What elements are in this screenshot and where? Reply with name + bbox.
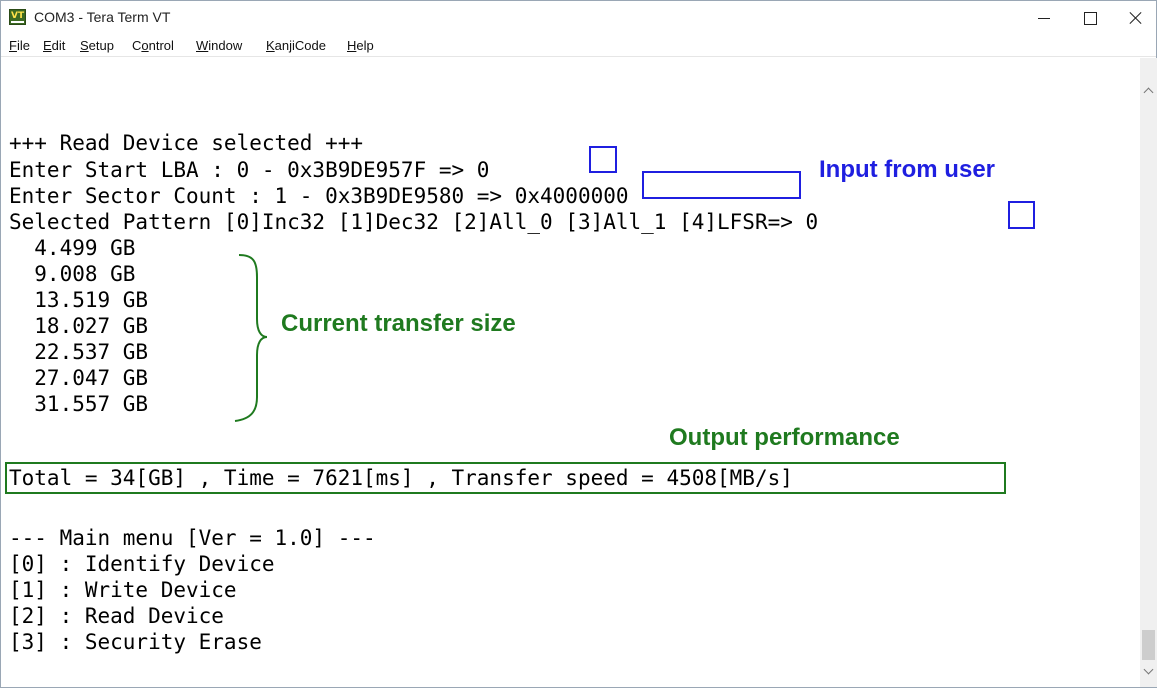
scroll-down-arrow-icon[interactable] [1144,666,1153,675]
main-menu-item: [3] : Security Erase [9,630,262,654]
menu-window[interactable]: Window [196,38,242,53]
main-menu-item: [2] : Read Device [9,604,224,628]
progress-line: 31.557 GB [9,392,149,416]
main-menu-title: --- Main menu [Ver = 1.0] --- [9,526,376,550]
sector-count-input-highlight [642,171,801,199]
pattern-line: Selected Pattern [0]Inc32 [1]Dec32 [2]Al… [9,212,818,233]
sector-count-input-value: 0x4000000 [514,184,629,208]
scroll-up-arrow-icon[interactable] [1144,86,1153,95]
menu-help[interactable]: Help [347,38,374,53]
menu-setup[interactable]: Setup [80,38,114,53]
window-title: COM3 - Tera Term VT [34,9,171,25]
menu-edit[interactable]: Edit [43,38,65,53]
minimize-icon[interactable] [1021,1,1067,35]
transfer-size-brace-icon [234,254,268,422]
lba-input-value: 0 [476,158,490,182]
title-bar[interactable]: VT COM3 - Tera Term VT [1,1,1156,35]
close-icon[interactable] [1112,1,1157,35]
main-menu-item: [0] : Identify Device [9,552,275,576]
progress-line: 9.008 GB [9,262,136,286]
sector-count-line: Enter Sector Count : 1 - 0x3B9DE9580 => … [9,186,629,207]
lba-prompt: Enter Start LBA : 0 - 0x3B9DE957F => [9,158,477,182]
app-icon-label: VT [11,11,25,21]
progress-line: 4.499 GB [9,236,136,260]
teraterm-app-icon[interactable]: VT [9,9,26,25]
terminal-screen[interactable]: +++ Read Device selected +++ Enter Start… [5,58,1140,687]
teraterm-window: VT COM3 - Tera Term VT File Edit Setup C… [0,0,1157,688]
main-menu-item: [1] : Write Device [9,578,237,602]
lba-prompt-line: Enter Start LBA : 0 - 0x3B9DE957F => 0 [9,160,489,181]
annotation-input-from-user: Input from user [819,156,996,183]
annotation-current-transfer-size: Current transfer size [281,310,516,337]
vertical-scrollbar[interactable] [1140,58,1157,687]
menu-kanjicode[interactable]: KanjiCode [266,38,326,53]
pattern-input-value: 0 [805,210,819,234]
progress-line: 27.047 GB [9,366,149,390]
lba-input-highlight [589,146,617,173]
progress-line: 18.027 GB [9,314,149,338]
menu-control[interactable]: Control [132,38,174,53]
scrollbar-thumb[interactable] [1142,630,1155,660]
annotation-output-performance: Output performance [669,424,900,451]
performance-result-highlight [5,462,1006,494]
terminal-header-line: +++ Read Device selected +++ [9,131,364,155]
maximize-icon[interactable] [1067,1,1113,35]
pattern-input-highlight [1008,201,1035,229]
sector-count-prompt: Enter Sector Count : 1 - 0x3B9DE9580 => [9,184,515,208]
progress-line: 22.537 GB [9,340,149,364]
menu-file[interactable]: File [9,38,30,53]
progress-line: 13.519 GB [9,288,149,312]
pattern-prompt: Selected Pattern [0]Inc32 [1]Dec32 [2]Al… [9,210,806,234]
menu-bar: File Edit Setup Control Window KanjiCode… [1,35,1156,57]
